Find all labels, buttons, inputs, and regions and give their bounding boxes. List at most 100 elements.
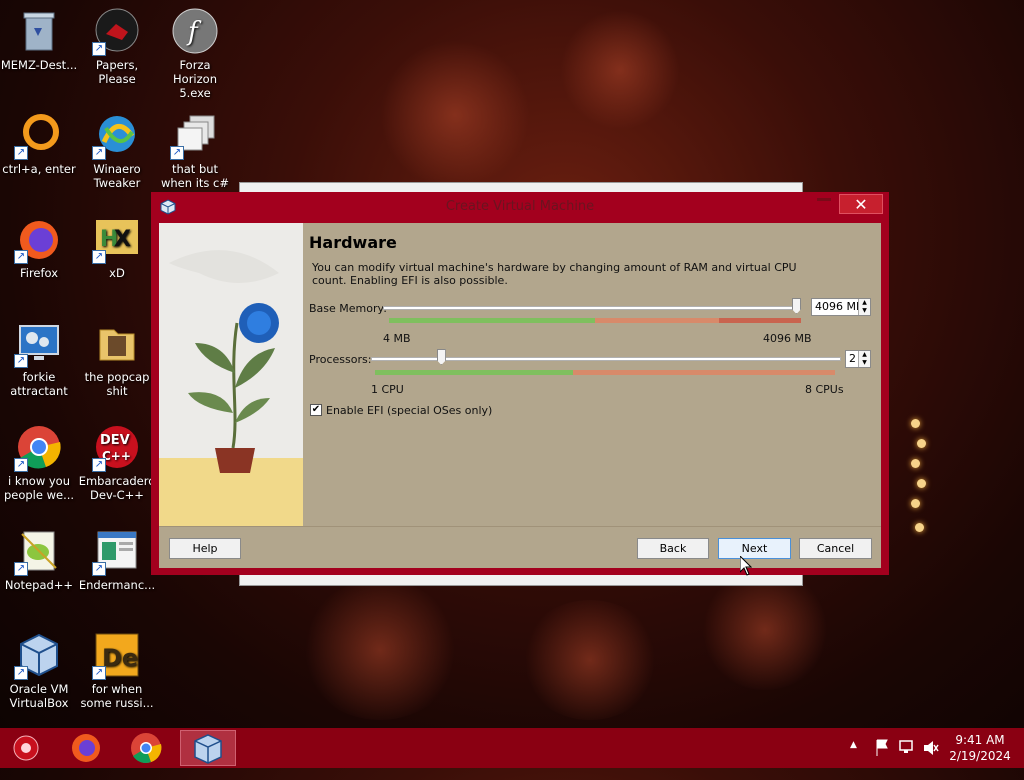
- close-button[interactable]: ✕: [839, 194, 883, 214]
- desktop-icon-label: Notepad++: [4, 578, 74, 592]
- processors-max-label: 8 CPUs: [805, 383, 844, 396]
- base-memory-scale: [389, 318, 801, 323]
- desktop-icon-label: Papers, Please: [95, 58, 139, 86]
- desktop-icon-winaero[interactable]: ↗ Winaero Tweaker: [78, 112, 156, 190]
- bokeh-light: [560, 10, 680, 130]
- stacked-windows-icon: ↗: [170, 112, 218, 160]
- desktop-icon-memz[interactable]: MEMZ-Dest...: [0, 8, 78, 72]
- shortcut-arrow-icon: ↗: [14, 562, 28, 576]
- dialog-client-area: Hardware You can modify virtual machine'…: [159, 223, 881, 568]
- processors-scale: [375, 370, 835, 375]
- hardware-page: Hardware You can modify virtual machine'…: [303, 223, 881, 526]
- decorative-lights: [895, 405, 955, 555]
- document-window-icon: ↗: [92, 528, 140, 576]
- base-memory-value: 4096 MB: [815, 300, 864, 313]
- desktop-icon-forza[interactable]: f Forza Horizon 5.exe: [156, 8, 234, 100]
- show-hidden-icons-button[interactable]: ▲: [850, 740, 857, 780]
- next-button[interactable]: Next: [718, 538, 791, 559]
- desktop-icon-notepadpp[interactable]: ↗ Notepad++: [0, 528, 78, 592]
- create-vm-dialog: Create Virtual Machine ✕ Hardware You ca…: [151, 192, 889, 575]
- page-description: You can modify virtual machine's hardwar…: [312, 261, 797, 287]
- processors-label: Processors:: [309, 353, 372, 366]
- desktop-icon-russian[interactable]: De ↗ for when some russi...: [78, 632, 156, 710]
- firefox-icon: ↗: [14, 216, 62, 264]
- desktop-icon-endermanch[interactable]: ↗ Endermanc...: [78, 528, 156, 592]
- desktop-icon-virtualbox[interactable]: ↗ Oracle VM VirtualBox: [0, 632, 78, 710]
- shortcut-arrow-icon: ↗: [92, 42, 106, 56]
- enable-efi-checkbox[interactable]: ✔: [310, 404, 322, 416]
- desktop-icon-label: Firefox: [19, 266, 59, 280]
- svg-text:DEV: DEV: [100, 433, 130, 448]
- shortcut-arrow-icon: ↗: [14, 354, 28, 368]
- recycle-bin-icon: [16, 8, 62, 54]
- start-button[interactable]: [0, 730, 56, 766]
- processors-value: 2: [849, 352, 856, 365]
- mouse-cursor-icon: [740, 556, 752, 576]
- desktop-icon-forkie[interactable]: ↗ forkie attractant: [0, 320, 78, 398]
- desktop-icon-label: Forza Horizon 5.exe: [173, 58, 217, 100]
- bokeh-light: [700, 570, 830, 690]
- chrome-icon: [131, 733, 162, 763]
- desktop-icon-ctrl-a-enter[interactable]: ↗ ctrl+a, enter: [0, 112, 78, 176]
- desktop-icon-label: Endermanc...: [78, 578, 156, 592]
- action-center-flag-icon[interactable]: [874, 728, 890, 768]
- base-memory-slider-thumb[interactable]: [792, 298, 801, 314]
- desktop-icon-label: Oracle VM VirtualBox: [9, 682, 69, 710]
- settings-monitor-icon: ↗: [14, 320, 62, 368]
- start-orb-icon: [13, 735, 39, 761]
- desktop-icon-papers-please[interactable]: ↗ Papers, Please: [78, 8, 156, 86]
- hxd-icon: HX ↗: [92, 216, 140, 264]
- desktop-icon-label: i know you people we...: [3, 474, 75, 502]
- orange-ring-icon: ↗: [14, 112, 62, 160]
- volume-muted-icon[interactable]: [922, 728, 940, 768]
- desktop-icon-csharp[interactable]: ↗ that but when its c#: [156, 112, 234, 190]
- shortcut-arrow-icon: ↗: [170, 146, 184, 160]
- base-memory-slider-track[interactable]: [383, 306, 801, 310]
- shortcut-arrow-icon: ↗: [92, 250, 106, 264]
- svg-text:De: De: [102, 644, 138, 672]
- taskbar-firefox[interactable]: [58, 730, 114, 766]
- shortcut-arrow-icon: ↗: [14, 666, 28, 680]
- cancel-button[interactable]: Cancel: [799, 538, 872, 559]
- shortcut-arrow-icon: ↗: [14, 250, 28, 264]
- desktop-icon-firefox[interactable]: ↗ Firefox: [0, 216, 78, 280]
- desktop-icon-label: that but when its c#: [160, 162, 230, 190]
- desktop-icon-label: for when some russi...: [80, 682, 154, 710]
- dialog-titlebar[interactable]: Create Virtual Machine ✕: [151, 192, 889, 222]
- notepad-plus-plus-icon: ↗: [14, 528, 62, 576]
- desktop-icon-popcap[interactable]: the popcap shit: [78, 320, 156, 398]
- network-icon[interactable]: [898, 728, 916, 768]
- processors-spinbox[interactable]: 2 ▲ ▼: [845, 350, 871, 368]
- enable-efi-label: Enable EFI (special OSes only): [326, 404, 493, 417]
- taskbar-clock[interactable]: 9:41 AM 2/19/2024: [944, 732, 1016, 764]
- shortcut-arrow-icon: ↗: [92, 146, 106, 160]
- desktop-icon-label: forkie attractant: [10, 370, 68, 398]
- minimize-button[interactable]: [817, 198, 831, 201]
- desktop-icon-label: xD: [109, 266, 125, 280]
- shortcut-arrow-icon: ↗: [92, 458, 106, 472]
- desktop-icon-chrome[interactable]: ↗ i know you people we...: [0, 424, 78, 502]
- clock-time: 9:41 AM: [955, 733, 1005, 747]
- papers-please-icon: ↗: [92, 8, 140, 56]
- de-app-icon: De ↗: [92, 632, 140, 680]
- winaero-tweaker-icon: ↗: [92, 112, 140, 160]
- folder-icon: [94, 320, 140, 366]
- memory-min-label: 4 MB: [383, 332, 411, 345]
- processors-slider-thumb[interactable]: [436, 349, 446, 365]
- flower-illustration: [159, 250, 303, 526]
- shortcut-arrow-icon: ↗: [92, 562, 106, 576]
- taskbar-virtualbox[interactable]: [180, 730, 236, 766]
- desktop-icon-xd[interactable]: HX ↗ xD: [78, 216, 156, 280]
- back-button[interactable]: Back: [637, 538, 709, 559]
- base-memory-spinbox[interactable]: 4096 MB ▲ ▼: [811, 298, 871, 316]
- flash-icon: f: [172, 8, 218, 54]
- spin-arrows-icon[interactable]: ▲ ▼: [858, 299, 870, 315]
- spin-arrows-icon[interactable]: ▲ ▼: [858, 351, 870, 367]
- taskbar: ▲ 9:41 AM 2/19/2024: [0, 728, 1024, 768]
- help-button[interactable]: Help: [169, 538, 241, 559]
- taskbar-chrome[interactable]: [118, 730, 174, 766]
- desktop-icon-label: Winaero Tweaker: [93, 162, 141, 190]
- shortcut-arrow-icon: ↗: [92, 666, 106, 680]
- svg-text:X: X: [114, 227, 131, 252]
- desktop-icon-devcpp[interactable]: DEV C++ ↗ Embarcadero Dev-C++: [78, 424, 156, 502]
